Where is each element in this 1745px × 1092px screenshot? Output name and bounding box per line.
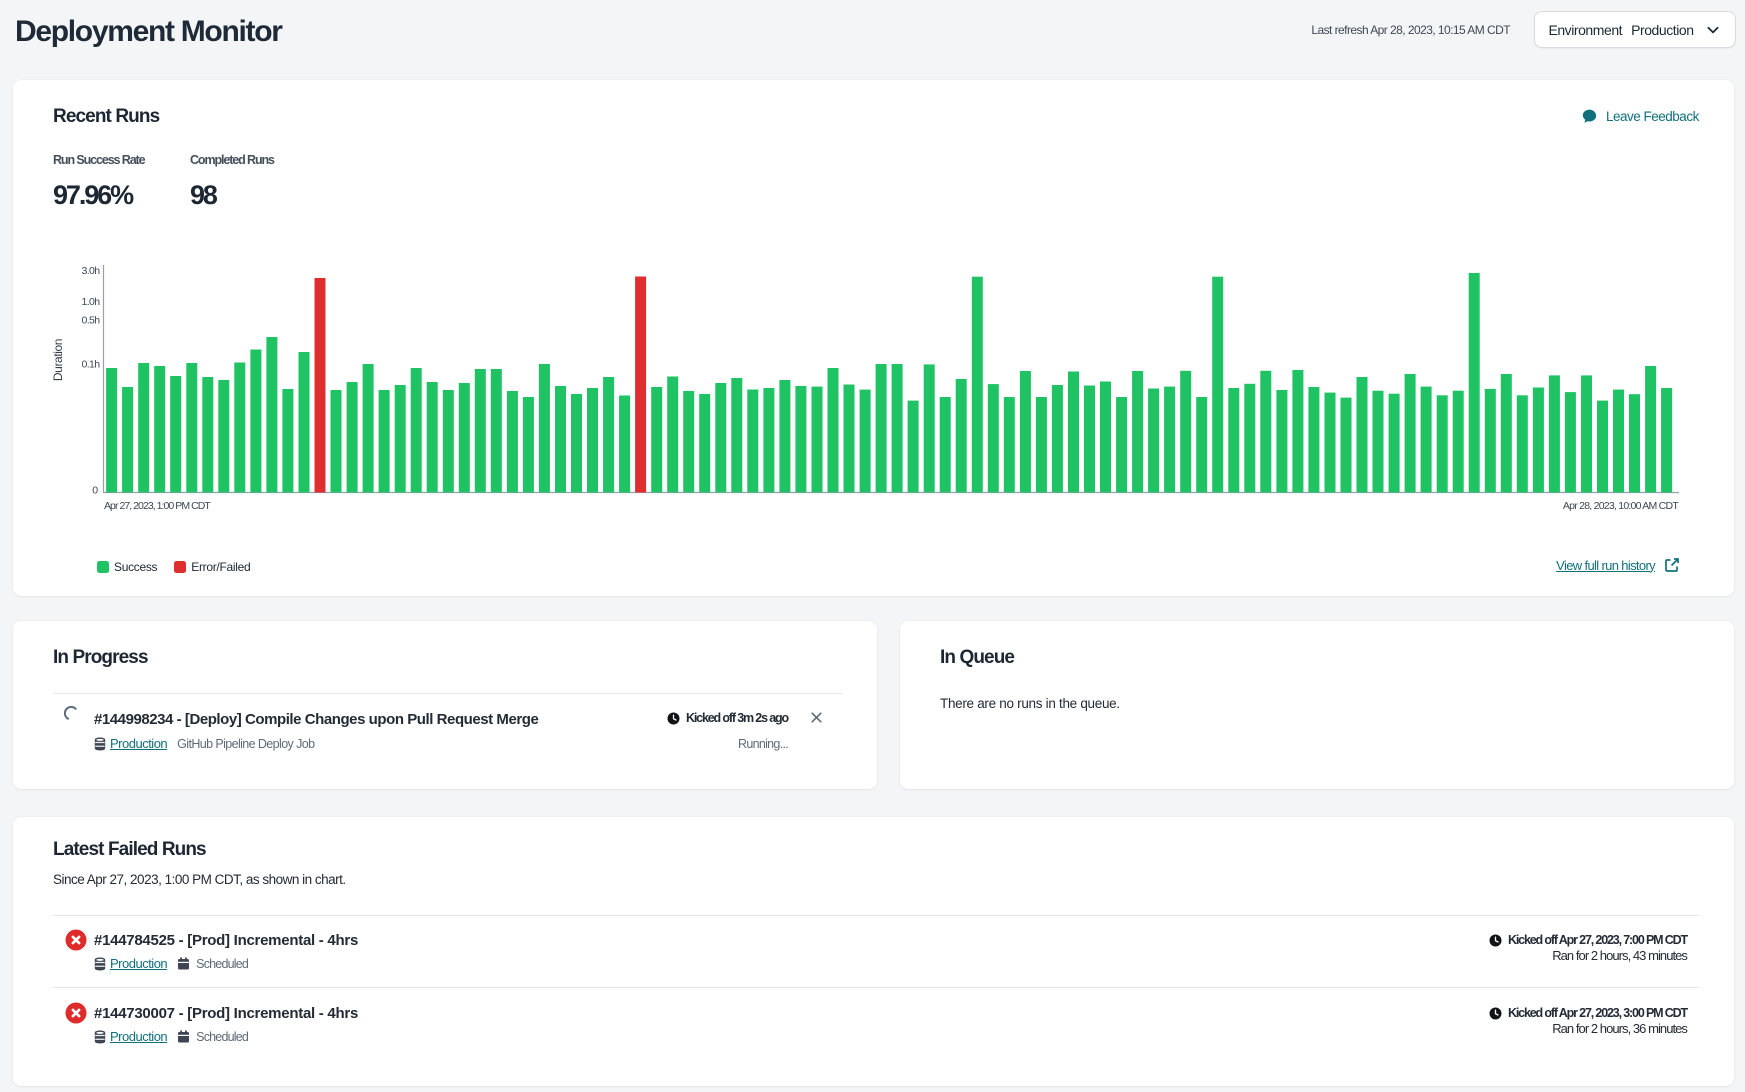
svg-text:Apr 27, 2023, 1:00 PM CDT: Apr 27, 2023, 1:00 PM CDT	[104, 500, 211, 512]
svg-text:Apr 28, 2023, 10:00 AM CDT: Apr 28, 2023, 10:00 AM CDT	[1563, 500, 1679, 512]
svg-text:0: 0	[92, 485, 98, 497]
svg-text:0.1h: 0.1h	[81, 359, 100, 371]
svg-text:Duration: Duration	[51, 339, 65, 381]
svg-text:3.0h: 3.0h	[81, 265, 100, 277]
svg-text:0.5h: 0.5h	[81, 315, 100, 327]
svg-text:1.0h: 1.0h	[81, 296, 100, 308]
